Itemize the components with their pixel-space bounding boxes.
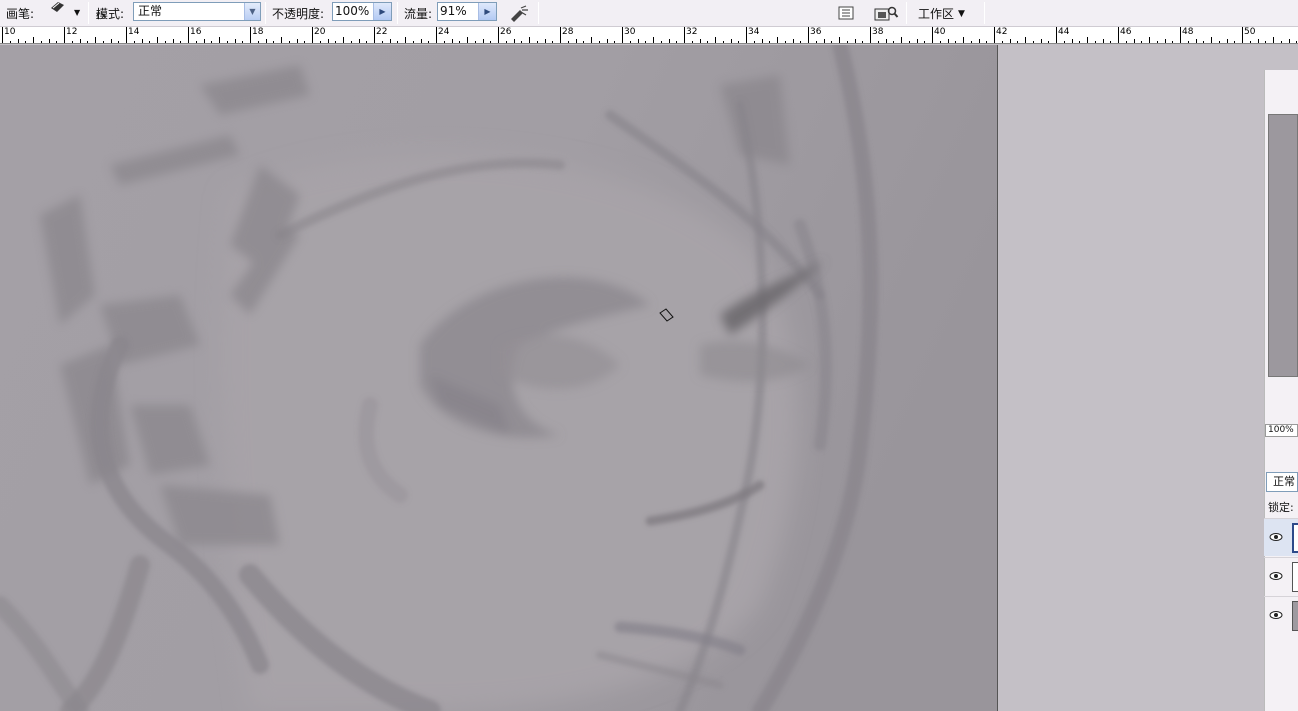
chevron-down-icon: ▼ — [74, 8, 81, 17]
ruler-label: 48 — [1182, 27, 1194, 37]
flow-input[interactable]: 91% ▶ — [437, 2, 497, 21]
ruler-label: 42 — [996, 27, 1008, 37]
ruler-label: 30 — [624, 27, 636, 37]
ruler-label: 50 — [1244, 27, 1256, 37]
separator — [265, 2, 266, 24]
ruler-label: 34 — [748, 27, 760, 37]
layer-thumbnail — [1292, 601, 1298, 631]
document-canvas[interactable] — [0, 45, 998, 711]
sketch-artwork — [0, 45, 997, 711]
separator — [538, 2, 539, 24]
layer-row[interactable] — [1264, 596, 1298, 634]
layer-row[interactable] — [1264, 557, 1298, 595]
separator — [397, 2, 398, 24]
brush-preset-icon — [51, 2, 64, 12]
file-browser-button[interactable] — [872, 1, 900, 25]
ruler-label: 32 — [686, 27, 698, 37]
brush-label: 画笔: — [6, 7, 35, 21]
opacity-input[interactable]: 100% ▶ — [332, 2, 392, 21]
ruler-label: 44 — [1058, 27, 1070, 37]
separator — [984, 2, 985, 24]
mode-value: 正常 — [138, 4, 163, 18]
ruler-label: 12 — [66, 27, 78, 37]
layer-blend-mode-select[interactable]: 正常 — [1266, 472, 1298, 492]
eye-icon[interactable] — [1268, 530, 1284, 544]
ruler-label: 40 — [934, 27, 946, 37]
layer-thumbnail — [1292, 523, 1298, 553]
ruler-label: 18 — [252, 27, 264, 37]
chevron-down-icon: ▼ — [244, 3, 260, 20]
ruler-label: 26 — [500, 27, 512, 37]
separator — [906, 2, 907, 24]
ruler-label: 38 — [872, 27, 884, 37]
zoom-field[interactable]: 100% — [1265, 424, 1298, 437]
airbrush-button[interactable] — [507, 1, 531, 25]
ruler-label: 24 — [438, 27, 450, 37]
separator — [88, 2, 89, 24]
eye-icon[interactable] — [1268, 608, 1284, 622]
ruler-label: 16 — [190, 27, 202, 37]
navigator-thumbnail[interactable] — [1268, 114, 1298, 377]
workspace-menu[interactable]: 工作区 ▼ — [918, 0, 965, 27]
options-bar: 画笔: 15 ▼ 模式: 正常 ▼ 不透明度: 100% ▶ 流量: 91% ▶ — [0, 0, 1298, 27]
opacity-label: 不透明度: — [272, 7, 325, 21]
file-browser-icon — [874, 6, 899, 21]
ruler-label: 36 — [810, 27, 822, 37]
ruler-label: 46 — [1120, 27, 1132, 37]
ruler-label: 22 — [376, 27, 388, 37]
horizontal-ruler[interactable]: 10 12 14 16 18 20 22 24 26 28 30 32 34 36 38 40 42 44 46 48… — [0, 27, 1298, 44]
ruler-label: 14 — [128, 27, 140, 37]
flow-value: 91% — [440, 4, 467, 18]
ruler-label: 28 — [562, 27, 574, 37]
chevron-right-icon[interactable]: ▶ — [373, 3, 391, 20]
ruler-label: 20 — [314, 27, 326, 37]
chevron-right-icon[interactable]: ▶ — [478, 3, 496, 20]
palette-well-button[interactable] — [834, 1, 858, 25]
layer-thumbnail — [1292, 562, 1298, 592]
lock-label: 锁定: — [1268, 501, 1294, 514]
brush-preset-picker[interactable]: 15 ▼ — [44, 0, 106, 26]
mode-label: 模式: — [96, 7, 125, 21]
opacity-value: 100% — [335, 4, 370, 18]
chevron-down-icon: ▼ — [958, 8, 965, 19]
palette-well-icon — [838, 6, 854, 20]
flow-label: 流量: — [404, 7, 433, 21]
eye-icon[interactable] — [1268, 569, 1284, 583]
mode-select[interactable]: 正常 ▼ — [133, 2, 261, 21]
workspace-label: 工作区 — [918, 7, 955, 21]
airbrush-icon — [511, 5, 528, 22]
layer-row[interactable] — [1264, 518, 1298, 556]
ruler-label: 10 — [4, 27, 16, 37]
